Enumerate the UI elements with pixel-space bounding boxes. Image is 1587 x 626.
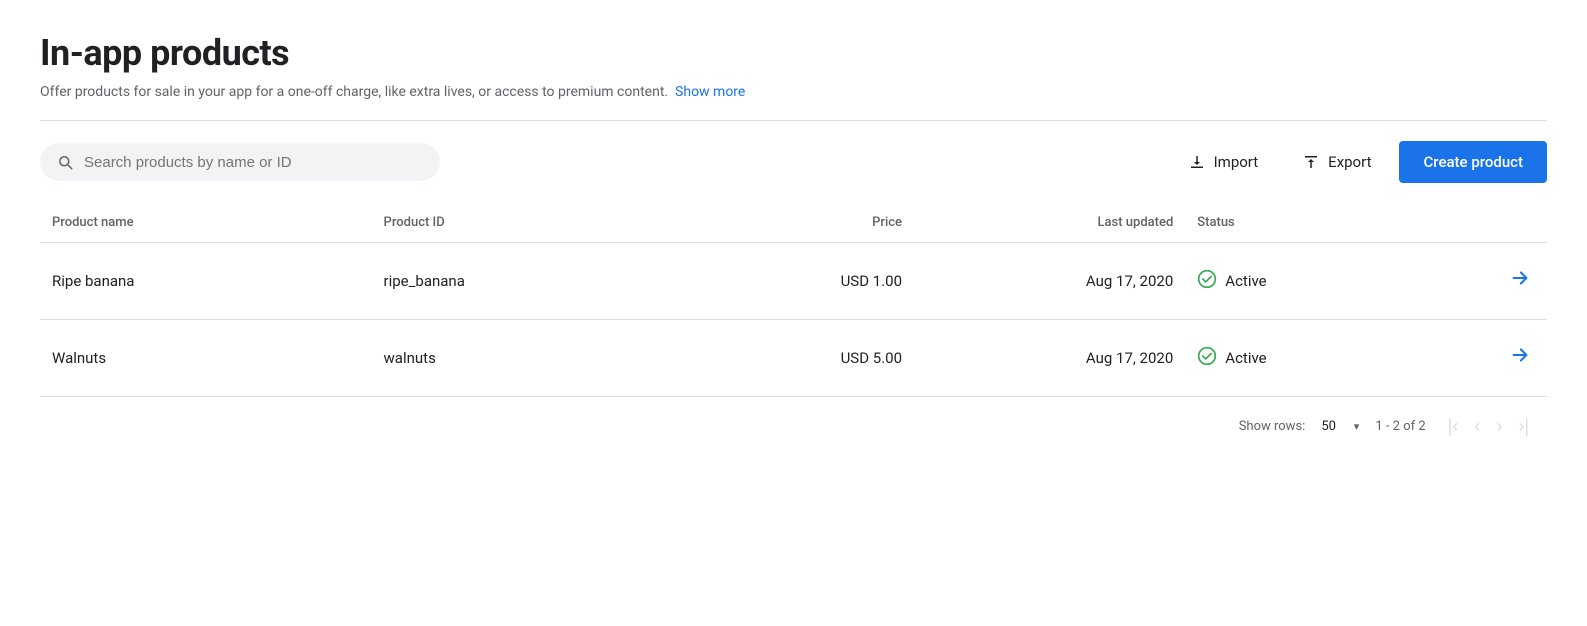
cell-updated-0: Aug 17, 2020	[914, 243, 1185, 320]
next-page-button[interactable]: ›	[1490, 413, 1508, 439]
cell-updated-1: Aug 17, 2020	[914, 320, 1185, 397]
table-body: Ripe banana ripe_banana USD 1.00 Aug 17,…	[40, 243, 1547, 397]
cell-name-0: Ripe banana	[40, 243, 372, 320]
status-badge: Active	[1197, 269, 1414, 293]
divider	[40, 120, 1547, 121]
rows-dropdown[interactable]: 102550100	[1321, 419, 1359, 434]
page-subtitle: Offer products for sale in your app for …	[40, 84, 1547, 100]
import-icon	[1188, 153, 1206, 171]
first-page-button[interactable]: |‹	[1442, 413, 1465, 439]
cell-price-1: USD 5.00	[703, 320, 914, 397]
cell-status-1: Active	[1185, 320, 1426, 397]
export-icon	[1302, 153, 1320, 171]
table-row: Walnuts walnuts USD 5.00 Aug 17, 2020 Ac…	[40, 320, 1547, 397]
page-title: In-app products	[40, 32, 1547, 74]
col-header-updated: Last updated	[914, 207, 1185, 243]
search-box[interactable]	[40, 143, 440, 181]
check-icon	[1197, 346, 1217, 370]
export-button[interactable]: Export	[1286, 143, 1387, 181]
show-more-link[interactable]: Show more	[675, 84, 745, 100]
import-button[interactable]: Import	[1172, 143, 1275, 181]
cell-price-0: USD 1.00	[703, 243, 914, 320]
col-header-id: Product ID	[372, 207, 704, 243]
cell-id-0: ripe_banana	[372, 243, 704, 320]
table-header-row: Product name Product ID Price Last updat…	[40, 207, 1547, 243]
create-product-button[interactable]: Create product	[1399, 141, 1547, 183]
rows-per-page-selector[interactable]: 102550100	[1321, 419, 1359, 434]
toolbar: Import Export Create product	[40, 141, 1547, 183]
prev-page-button[interactable]: ‹	[1468, 413, 1486, 439]
cell-action-1[interactable]	[1426, 320, 1547, 397]
last-page-button[interactable]: ›|	[1512, 413, 1535, 439]
cell-status-0: Active	[1185, 243, 1426, 320]
search-icon	[56, 153, 74, 171]
pagination-controls: |‹ ‹ › ›|	[1442, 413, 1535, 439]
row-detail-button-0[interactable]	[1501, 263, 1539, 299]
col-header-action	[1426, 207, 1547, 243]
table-footer: Show rows: 102550100 1 - 2 of 2 |‹ ‹ › ›…	[40, 397, 1547, 443]
pagination-info: 1 - 2 of 2	[1375, 419, 1425, 434]
status-badge: Active	[1197, 346, 1414, 370]
row-detail-button-1[interactable]	[1501, 340, 1539, 376]
page-container: In-app products Offer products for sale …	[0, 0, 1587, 467]
col-header-status: Status	[1185, 207, 1426, 243]
check-icon	[1197, 269, 1217, 293]
products-table: Product name Product ID Price Last updat…	[40, 207, 1547, 397]
col-header-name: Product name	[40, 207, 372, 243]
col-header-price: Price	[703, 207, 914, 243]
cell-name-1: Walnuts	[40, 320, 372, 397]
cell-action-0[interactable]	[1426, 243, 1547, 320]
table-row: Ripe banana ripe_banana USD 1.00 Aug 17,…	[40, 243, 1547, 320]
cell-id-1: walnuts	[372, 320, 704, 397]
show-rows-label: Show rows:	[1239, 419, 1306, 434]
search-input[interactable]	[84, 154, 424, 171]
